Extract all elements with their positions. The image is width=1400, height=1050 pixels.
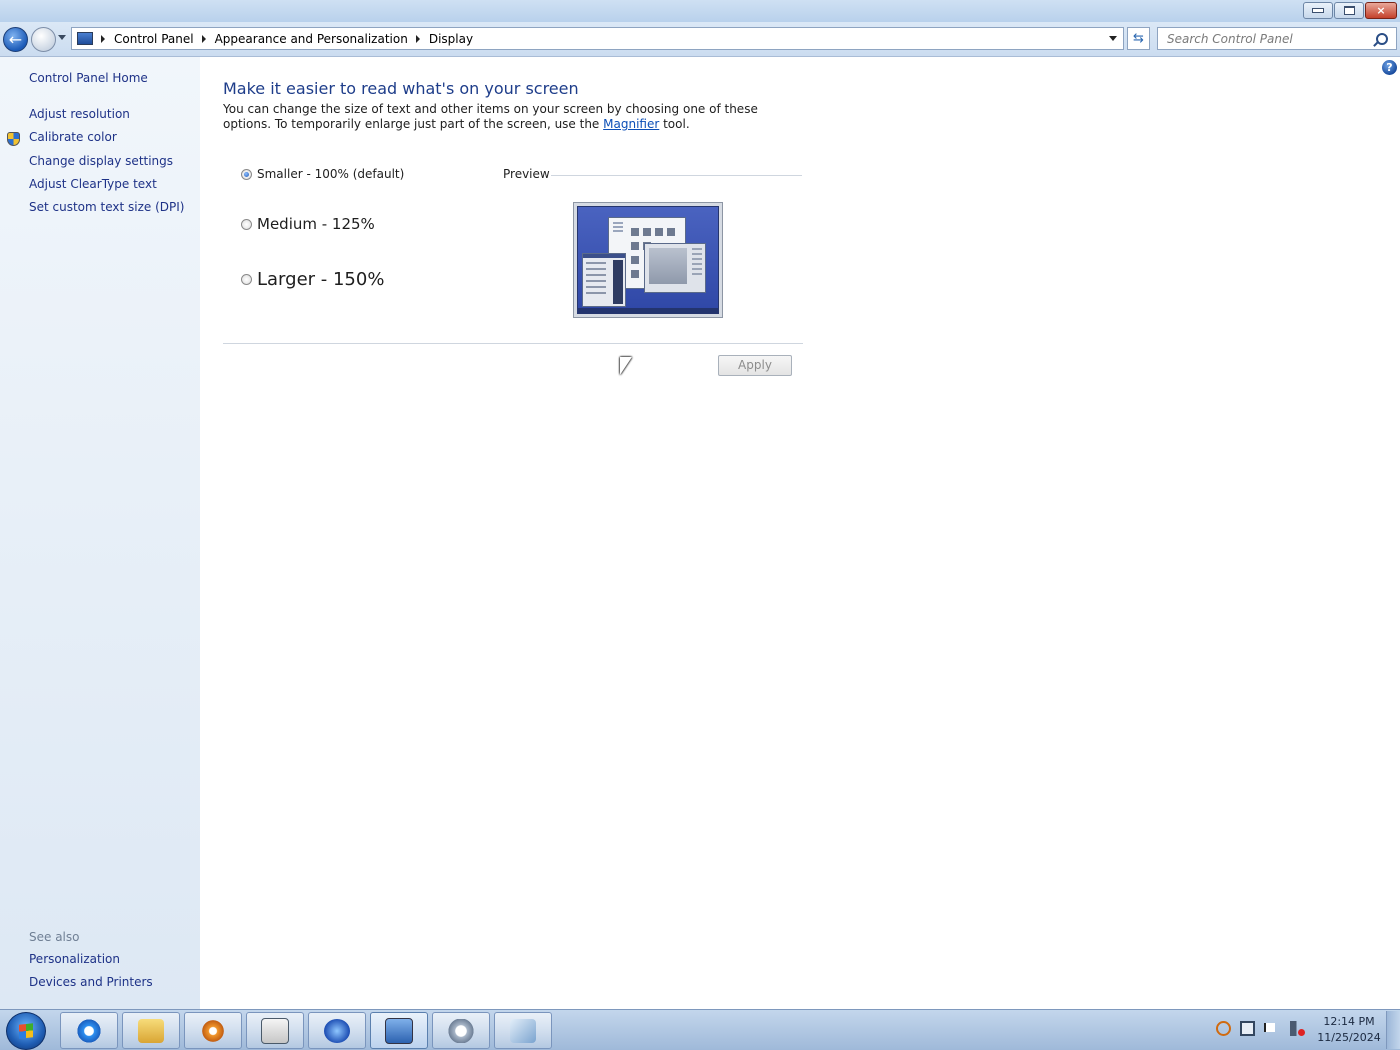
shield-icon	[7, 132, 20, 146]
browser-app-icon	[324, 1018, 350, 1043]
system-tray	[1216, 1021, 1305, 1036]
navigation-bar: ← Control Panel Appearance and Personali…	[0, 22, 1400, 57]
search-box	[1157, 27, 1397, 50]
breadcrumb-display[interactable]: Display	[429, 32, 473, 46]
search-tray-icon[interactable]	[1216, 1021, 1231, 1036]
preview-window-left	[582, 253, 626, 307]
minimize-button[interactable]	[1303, 2, 1333, 19]
address-dropdown-icon[interactable]	[1109, 36, 1117, 41]
apply-button[interactable]: Apply	[718, 355, 792, 376]
taskbar-media-center[interactable]	[432, 1012, 490, 1049]
taskbar-control-panel[interactable]	[370, 1012, 428, 1049]
muted-badge-icon	[1298, 1029, 1305, 1036]
taskbar: 12:14 PM 11/25/2024	[0, 1009, 1400, 1050]
help-icon[interactable]: ?	[1382, 60, 1397, 75]
maximize-button[interactable]	[1334, 2, 1364, 19]
sidebar-item-control-panel-home[interactable]: Control Panel Home	[29, 71, 148, 85]
preview-list-graphic	[583, 254, 625, 304]
see-also-heading: See also	[29, 930, 80, 944]
option-smaller-label: Smaller - 100% (default)	[257, 167, 405, 181]
sidebar-item-adjust-resolution[interactable]: Adjust resolution	[29, 107, 130, 121]
minimize-icon	[1312, 8, 1324, 13]
chevron-right-icon[interactable]	[101, 34, 105, 43]
media-center-icon	[448, 1018, 474, 1043]
option-larger-label: Larger - 150%	[257, 269, 385, 290]
close-button[interactable]: ×	[1365, 2, 1397, 19]
display-app-icon	[510, 1018, 536, 1043]
restore-icon	[1343, 6, 1355, 15]
sidebar: Control Panel Home Adjust resolution Cal…	[0, 57, 200, 1009]
chevron-right-icon[interactable]	[415, 34, 420, 43]
action-center-flag-icon[interactable]	[1264, 1023, 1281, 1032]
taskbar-browser-app[interactable]	[308, 1012, 366, 1049]
taskbar-internet-explorer[interactable]	[60, 1012, 118, 1049]
preview-window-lines	[692, 248, 702, 278]
show-desktop-button[interactable]	[1386, 1011, 1400, 1049]
preview-label: Preview	[503, 167, 550, 181]
address-bar[interactable]: Control Panel Appearance and Personaliza…	[71, 27, 1124, 50]
mouse-cursor-icon	[620, 357, 632, 375]
taskbar-media-player[interactable]	[184, 1012, 242, 1049]
taskbar-window-app[interactable]	[246, 1012, 304, 1049]
window-app-icon	[261, 1017, 289, 1044]
network-icon[interactable]	[1240, 1021, 1255, 1036]
clock-time: 12:14 PM	[1323, 1015, 1375, 1028]
description-text-end: tool.	[659, 117, 690, 131]
title-bar: ×	[0, 0, 1400, 22]
option-smaller[interactable]: Smaller - 100% (default)	[241, 167, 404, 181]
option-medium-label: Medium - 125%	[257, 215, 375, 233]
volume-muted-icon[interactable]	[1290, 1021, 1305, 1036]
preview-desktop	[577, 206, 719, 314]
control-panel-icon	[77, 32, 93, 45]
option-medium[interactable]: Medium - 125%	[241, 215, 375, 233]
media-player-icon	[200, 1018, 226, 1043]
radio-larger[interactable]	[241, 274, 252, 285]
sidebar-item-custom-dpi[interactable]: Set custom text size (DPI)	[29, 200, 184, 214]
sidebar-item-adjust-cleartype[interactable]: Adjust ClearType text	[29, 177, 157, 191]
windows-logo-icon	[19, 1023, 33, 1039]
taskbar-display-app[interactable]	[494, 1012, 552, 1049]
clock-date: 11/25/2024	[1317, 1031, 1381, 1044]
back-button[interactable]: ←	[3, 27, 28, 52]
content-divider	[223, 343, 803, 344]
clock[interactable]: 12:14 PM 11/25/2024	[1316, 1014, 1382, 1046]
sidebar-item-devices-printers[interactable]: Devices and Printers	[29, 975, 153, 989]
option-larger[interactable]: Larger - 150%	[241, 269, 384, 290]
start-button[interactable]	[6, 1012, 46, 1050]
page-title: Make it easier to read what's on your sc…	[223, 79, 579, 98]
close-icon: ×	[1376, 4, 1386, 17]
magnifier-link[interactable]: Magnifier	[603, 117, 659, 131]
preview-divider	[551, 175, 802, 176]
breadcrumb-control-panel[interactable]: Control Panel	[114, 32, 194, 46]
radio-smaller[interactable]	[241, 168, 252, 180]
taskbar-file-explorer[interactable]	[122, 1012, 180, 1049]
chevron-right-icon[interactable]	[201, 34, 206, 43]
preview-window-content	[649, 248, 687, 284]
refresh-button[interactable]: ⇆	[1127, 27, 1150, 50]
recent-pages-dropdown-icon[interactable]	[58, 35, 66, 40]
sidebar-item-personalization[interactable]: Personalization	[29, 952, 120, 966]
radio-medium[interactable]	[241, 218, 252, 230]
file-explorer-icon	[138, 1018, 164, 1043]
preview-taskbar	[578, 308, 718, 313]
search-input[interactable]	[1165, 31, 1369, 47]
control-panel-icon	[385, 1017, 413, 1044]
sidebar-item-change-display-settings[interactable]: Change display settings	[29, 154, 173, 168]
breadcrumb-appearance[interactable]: Appearance and Personalization	[215, 32, 408, 46]
preview-window-front	[644, 243, 706, 293]
internet-explorer-icon	[76, 1018, 102, 1043]
sidebar-item-calibrate-color[interactable]: Calibrate color	[29, 130, 117, 144]
preview-image	[573, 202, 723, 318]
window-controls: ×	[1303, 2, 1397, 19]
page-description: You can change the size of text and othe…	[223, 102, 783, 132]
search-icon[interactable]	[1376, 33, 1388, 45]
forward-button[interactable]	[31, 27, 56, 52]
